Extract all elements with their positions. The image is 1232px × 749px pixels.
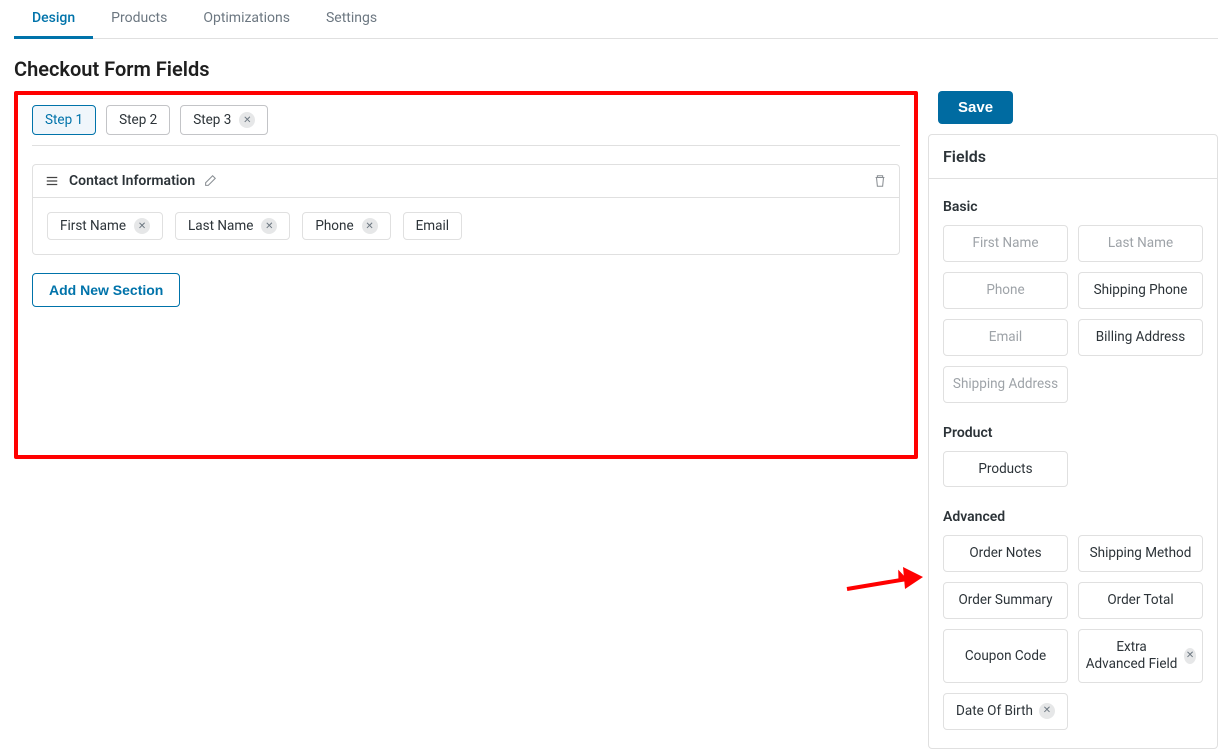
field-item-order-notes[interactable]: Order Notes	[943, 535, 1068, 572]
step-tab-label: Step 2	[119, 112, 157, 128]
field-chip-label: Last Name	[188, 218, 253, 234]
group-title-product: Product	[943, 425, 1203, 441]
section-card: Contact Information First Name ✕ Last Na…	[32, 164, 900, 255]
top-tab-settings[interactable]: Settings	[308, 0, 395, 38]
step-tab-label: Step 1	[45, 112, 83, 128]
field-item-order-summary[interactable]: Order Summary	[943, 582, 1068, 619]
field-item-first-name[interactable]: First Name	[943, 225, 1068, 262]
step-tab-3[interactable]: Step 3 ✕	[180, 105, 268, 135]
close-icon[interactable]: ✕	[134, 218, 150, 234]
close-icon[interactable]: ✕	[362, 218, 378, 234]
step-tab-2[interactable]: Step 2	[106, 105, 170, 135]
field-item-coupon-code[interactable]: Coupon Code	[943, 629, 1068, 683]
add-new-section-button[interactable]: Add New Section	[32, 273, 180, 307]
field-item-date-of-birth[interactable]: Date Of Birth ✕	[943, 693, 1068, 730]
sidebar-title: Fields	[929, 135, 1217, 179]
top-tab-products[interactable]: Products	[93, 0, 185, 38]
field-item-label: Date Of Birth	[956, 703, 1033, 720]
field-item-products[interactable]: Products	[943, 451, 1068, 488]
field-item-email[interactable]: Email	[943, 319, 1068, 356]
field-chip-phone[interactable]: Phone ✕	[302, 212, 390, 240]
field-item-shipping-address[interactable]: Shipping Address	[943, 366, 1068, 403]
section-title: Contact Information	[69, 173, 195, 189]
field-chip-label: Email	[416, 218, 449, 234]
close-icon[interactable]: ✕	[1039, 703, 1055, 719]
group-title-advanced: Advanced	[943, 509, 1203, 525]
field-item-phone[interactable]: Phone	[943, 272, 1068, 309]
field-item-last-name[interactable]: Last Name	[1078, 225, 1203, 262]
field-chip-first-name[interactable]: First Name ✕	[47, 212, 163, 240]
close-icon[interactable]: ✕	[239, 112, 255, 128]
annotation-arrow-icon	[843, 565, 923, 601]
field-chip-last-name[interactable]: Last Name ✕	[175, 212, 290, 240]
field-chip-label: Phone	[315, 218, 353, 234]
trash-icon[interactable]	[873, 174, 887, 188]
field-item-shipping-method[interactable]: Shipping Method	[1078, 535, 1203, 572]
field-chip-email[interactable]: Email	[403, 212, 462, 240]
editor-area: Step 1 Step 2 Step 3 ✕ Contact Informati…	[14, 91, 918, 459]
field-item-shipping-phone[interactable]: Shipping Phone	[1078, 272, 1203, 309]
step-tabs: Step 1 Step 2 Step 3 ✕	[32, 105, 900, 146]
top-tabs: Design Products Optimizations Settings	[14, 0, 1218, 39]
field-item-extra-advanced[interactable]: Extra Advanced Field ✕	[1078, 629, 1203, 683]
fields-sidebar: Fields Basic First Name Last Name Phone …	[928, 134, 1218, 749]
field-item-label: Extra Advanced Field	[1085, 639, 1178, 673]
page-title: Checkout Form Fields	[14, 57, 1218, 81]
pencil-icon[interactable]	[203, 174, 217, 188]
field-item-billing-address[interactable]: Billing Address	[1078, 319, 1203, 356]
top-tab-design[interactable]: Design	[14, 0, 93, 39]
save-button[interactable]: Save	[938, 91, 1013, 124]
close-icon[interactable]: ✕	[261, 218, 277, 234]
close-icon[interactable]: ✕	[1184, 648, 1196, 664]
drag-handle-icon[interactable]	[45, 174, 59, 188]
step-tab-label: Step 3	[193, 112, 231, 128]
group-title-basic: Basic	[943, 199, 1203, 215]
field-item-order-total[interactable]: Order Total	[1078, 582, 1203, 619]
top-tab-optimizations[interactable]: Optimizations	[185, 0, 308, 38]
field-chip-label: First Name	[60, 218, 126, 234]
step-tab-1[interactable]: Step 1	[32, 105, 96, 135]
